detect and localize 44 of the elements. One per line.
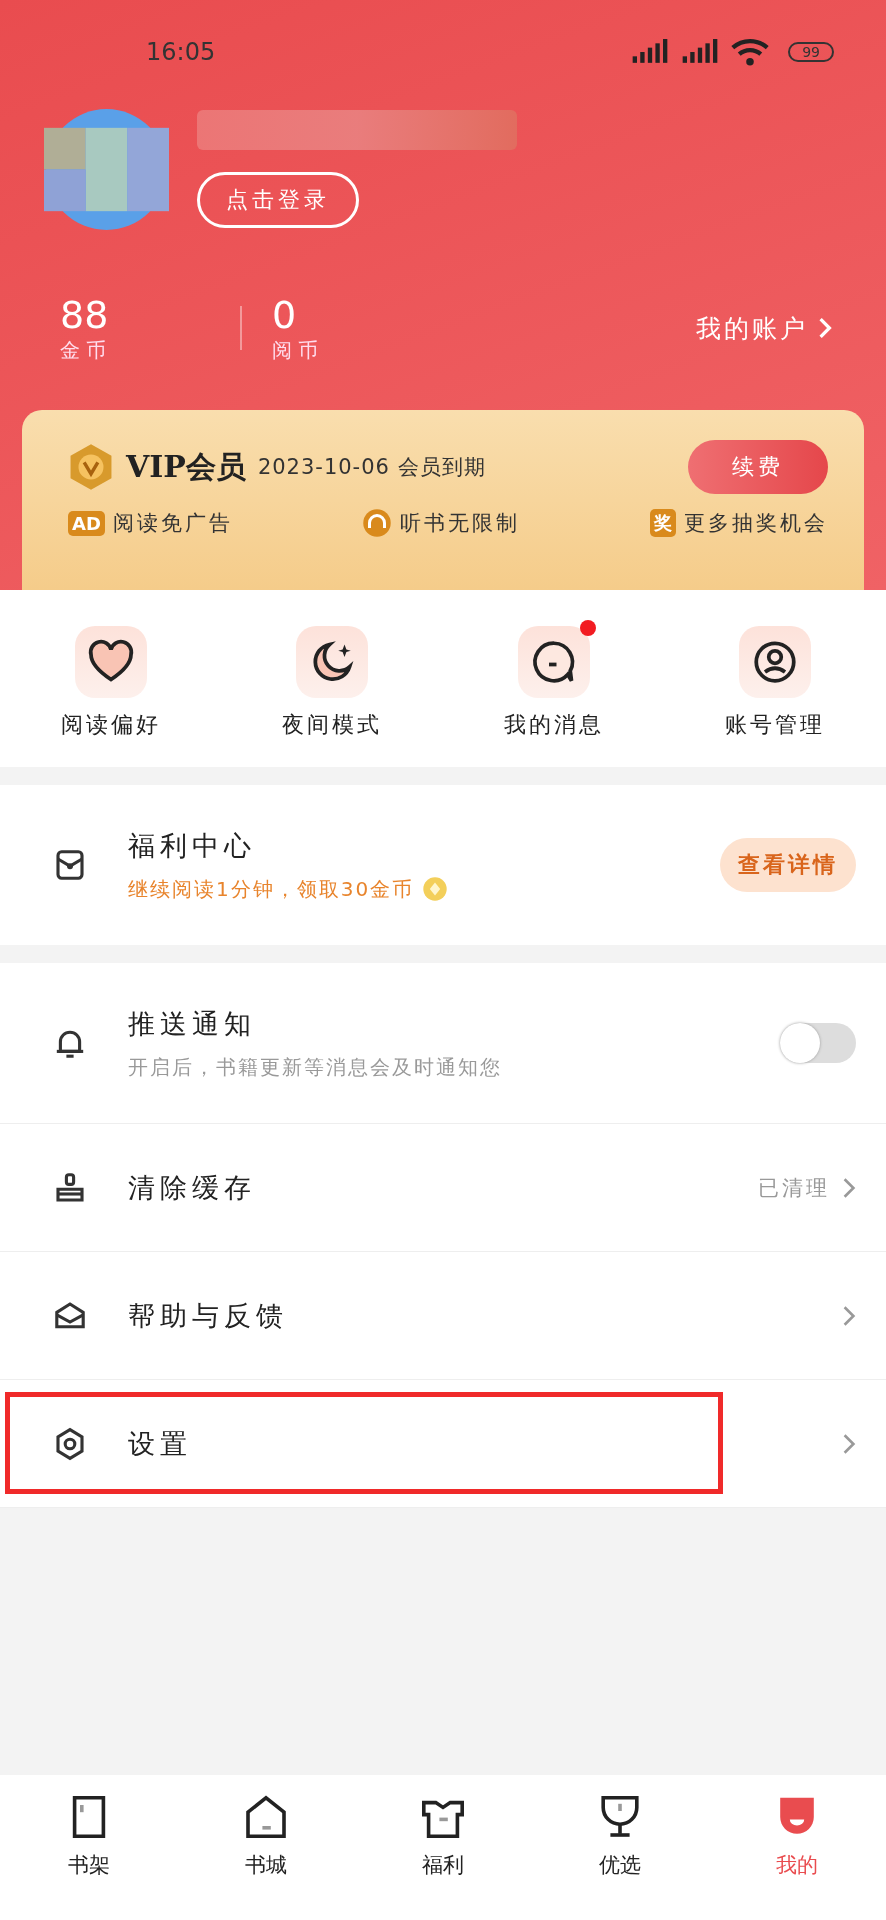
welfare-title: 福利中心: [128, 828, 257, 863]
wifi-icon: [730, 38, 771, 66]
shortcut-item[interactable]: 账号管理: [685, 614, 866, 767]
stat-value: 88: [60, 292, 110, 337]
perk-label: 阅读免广告: [112, 510, 233, 537]
shortcut-item[interactable]: 夜间模式: [242, 614, 423, 767]
settings-row[interactable]: 清除缓存 已清理: [0, 1124, 886, 1252]
perk-badge-icon: 奖: [650, 509, 676, 537]
perk-badge-icon: AD: [68, 510, 105, 536]
tab-item[interactable]: 书城: [195, 1793, 336, 1920]
coin-icon: [422, 876, 449, 902]
welfare-subtitle: 继续阅读1分钟，领取30金币: [128, 875, 415, 903]
tab-item[interactable]: 优选: [550, 1793, 691, 1920]
stat-label: 金币: [60, 336, 113, 364]
settings-row[interactable]: 设置: [0, 1380, 886, 1508]
settings-title: 清除缓存: [128, 1170, 257, 1205]
chevron-icon: [818, 317, 832, 339]
settings-row[interactable]: 帮助与反馈: [0, 1252, 886, 1380]
settings-title: 设置: [128, 1426, 193, 1461]
toggle-switch[interactable]: [780, 1023, 856, 1063]
battery-icon: 99: [788, 42, 834, 62]
settings-value: 已清理: [758, 1174, 830, 1202]
shield-icon: [68, 442, 114, 492]
settings-title: 帮助与反馈: [128, 1298, 289, 1333]
vip-title: VIP会员: [126, 447, 246, 486]
perk-label: 更多抽奖机会: [684, 510, 828, 537]
status-time: 16:05: [146, 38, 216, 66]
shortcut-item[interactable]: 我的消息: [463, 614, 644, 767]
vip-expiry: 2023-10-06 会员到期: [257, 454, 486, 481]
stat-label: 阅币: [272, 336, 325, 364]
chevron-icon: [842, 1432, 856, 1455]
tab-item[interactable]: 我的: [727, 1793, 868, 1920]
settings-title: 推送通知: [128, 1006, 257, 1041]
perk-label: 听书无限制: [400, 510, 521, 537]
headphones-icon: [362, 508, 393, 538]
login-button[interactable]: 点击登录: [197, 172, 359, 228]
chevron-icon: [842, 1176, 856, 1199]
settings-subtitle: 开启后，书籍更新等消息会及时通知您: [128, 1053, 503, 1081]
chevron-icon: [842, 1304, 856, 1327]
stat-value: 0: [272, 292, 298, 337]
settings-row[interactable]: 推送通知 开启后，书籍更新等消息会及时通知您: [0, 963, 886, 1124]
tab-item[interactable]: 福利: [372, 1793, 513, 1920]
shortcut-item[interactable]: 阅读偏好: [20, 614, 201, 767]
tab-item[interactable]: 书架: [18, 1793, 159, 1920]
